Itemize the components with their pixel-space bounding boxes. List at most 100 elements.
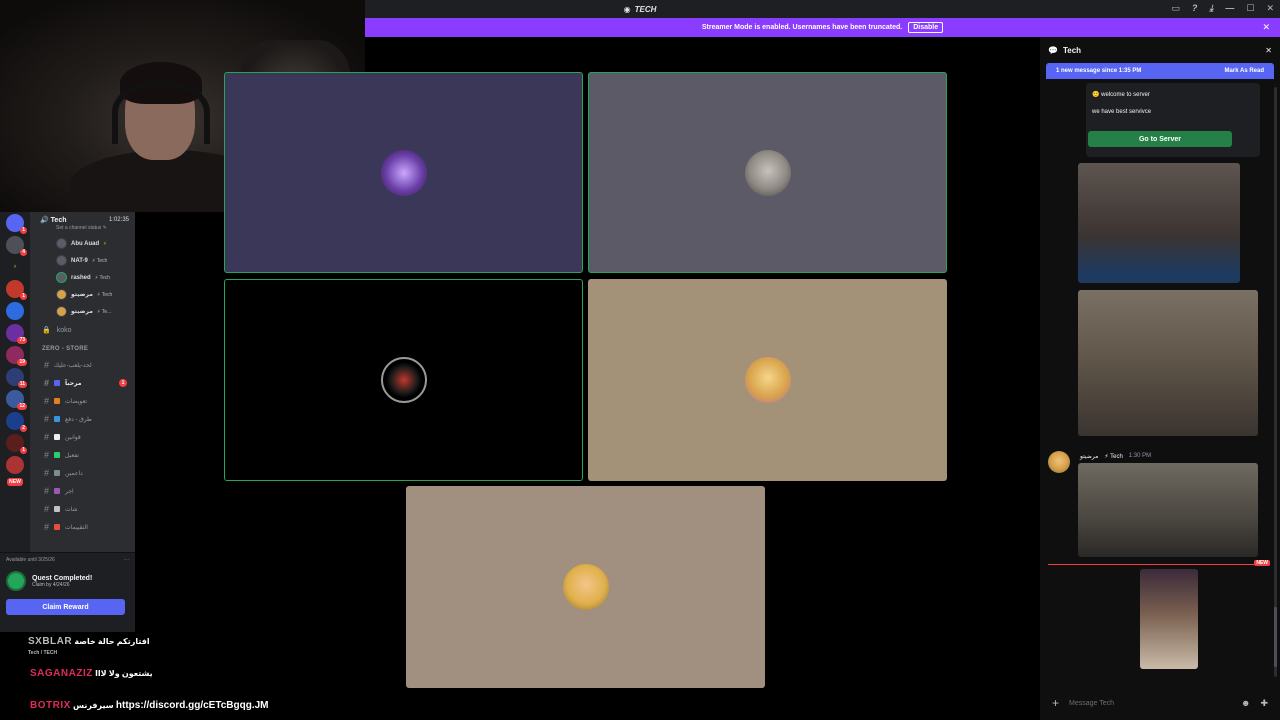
mark-as-read-button[interactable]: Mark As Read bbox=[1225, 68, 1264, 74]
overlay-text: افتارتكم حالة خاصة bbox=[74, 637, 150, 646]
avatar bbox=[380, 149, 427, 196]
go-to-server-button[interactable]: Go to Server bbox=[1088, 131, 1232, 147]
inbox-icon[interactable]: ▭ bbox=[1171, 3, 1180, 14]
window-title: ◉ TECH bbox=[623, 4, 657, 14]
text-channel[interactable]: # تفعيل bbox=[30, 446, 135, 464]
chat-scrollbar[interactable] bbox=[1274, 87, 1277, 677]
server-icon[interactable] bbox=[6, 456, 24, 474]
text-channel[interactable]: # تعويضات bbox=[30, 392, 135, 410]
video-tile[interactable] bbox=[406, 486, 765, 688]
hash-icon: # bbox=[44, 450, 50, 460]
message-timestamp: 1:30 PM bbox=[1128, 453, 1152, 459]
server-icon[interactable]: 2 bbox=[6, 412, 27, 432]
overlay-subtext: Tech / TECH bbox=[28, 650, 58, 656]
server-icon[interactable]: 1 bbox=[6, 214, 27, 234]
avatar bbox=[744, 149, 791, 196]
chat-bubble-icon: 💬 bbox=[1048, 45, 1058, 55]
emoji-icon bbox=[54, 452, 61, 458]
voice-channel-name: 🔊 Tech bbox=[40, 217, 67, 224]
text-channel[interactable]: # قوانين bbox=[30, 428, 135, 446]
chat-header: 💬 Tech ✕ bbox=[1040, 37, 1280, 63]
disable-streamer-mode-button[interactable]: Disable bbox=[908, 22, 944, 33]
server-icon[interactable]: 73 bbox=[6, 324, 27, 344]
emoji-icon bbox=[54, 434, 61, 440]
new-messages-divider: NEW bbox=[1048, 560, 1270, 566]
embed-text: we have best servivce bbox=[1092, 109, 1152, 115]
voice-member[interactable]: مرضيتو ⚡ Te... bbox=[30, 303, 135, 320]
server-icon[interactable]: 1 bbox=[6, 280, 27, 300]
avatar bbox=[56, 272, 67, 283]
more-options-icon[interactable]: ··· bbox=[124, 557, 129, 563]
text-channel[interactable]: # لحد-يلعب-عليك bbox=[30, 356, 135, 374]
emoji-icon bbox=[54, 398, 61, 404]
text-channel[interactable]: # شات bbox=[30, 500, 135, 518]
server-icon[interactable] bbox=[6, 302, 24, 320]
message-image[interactable] bbox=[1140, 569, 1198, 669]
message-embed: 🙂 welcome to server we have best servivc… bbox=[1086, 83, 1260, 157]
avatar bbox=[56, 289, 67, 300]
avatar[interactable] bbox=[1048, 451, 1070, 473]
channel-koko[interactable]: 🔒 koko bbox=[30, 320, 135, 338]
close-icon[interactable]: ✕ bbox=[1262, 22, 1270, 33]
overlay-brand: SXBLAR bbox=[28, 636, 73, 647]
message-image[interactable] bbox=[1078, 290, 1258, 436]
message-image[interactable] bbox=[1078, 163, 1240, 283]
text-channel[interactable]: # مرحبآ 1 bbox=[30, 374, 135, 392]
message-tag: ⚡ Tech bbox=[1104, 454, 1123, 460]
message-input[interactable]: Message Tech bbox=[1069, 700, 1114, 707]
lock-icon: 🔒 bbox=[42, 327, 51, 334]
voice-channel[interactable]: 🔊 Tech 1:02:35 bbox=[30, 212, 135, 224]
smile-icon: 🙂 bbox=[1092, 92, 1100, 98]
hash-icon: # bbox=[44, 360, 50, 370]
message-image[interactable] bbox=[1078, 463, 1258, 557]
chat-title: Tech bbox=[1062, 45, 1082, 55]
apps-icon[interactable]: ✚ bbox=[1260, 698, 1268, 709]
server-icon[interactable]: 12 bbox=[6, 390, 27, 410]
video-tile[interactable] bbox=[224, 279, 583, 481]
voice-member[interactable]: مرضيتو ⚡ Tech bbox=[30, 286, 135, 303]
speaker-icon: 🔊 bbox=[40, 217, 49, 224]
voice-member[interactable]: NAT-9 ⚡ Tech bbox=[30, 252, 135, 269]
text-channel[interactable]: # التقييمات bbox=[30, 518, 135, 536]
avatar bbox=[380, 357, 427, 403]
minimize-button[interactable]: — bbox=[1225, 3, 1234, 14]
help-icon[interactable]: ? bbox=[1192, 3, 1198, 14]
channel-status-link[interactable]: Set a channel status ✎ bbox=[30, 224, 135, 235]
video-tile[interactable] bbox=[588, 72, 947, 273]
message-author[interactable]: مرضيتو bbox=[1080, 453, 1098, 460]
hash-icon: # bbox=[44, 432, 50, 442]
quest-title: Quest Completed! bbox=[32, 574, 93, 582]
overlay-text: يشتعون ولا لااا bbox=[95, 669, 153, 678]
add-attachment-icon[interactable]: + bbox=[1052, 696, 1059, 710]
close-window-button[interactable]: ✕ bbox=[1266, 3, 1274, 14]
close-icon[interactable]: ✕ bbox=[1265, 46, 1272, 55]
quest-deadline: Claim by 4/24/26 bbox=[32, 581, 70, 588]
emoji-icon[interactable]: ☻ bbox=[1241, 698, 1250, 709]
claim-reward-button[interactable]: Claim Reward bbox=[6, 599, 125, 615]
server-icon[interactable]: 11 bbox=[6, 368, 27, 388]
download-icon[interactable]: ⤓ bbox=[1209, 3, 1213, 14]
voice-member[interactable]: rashed ⚡ Tech bbox=[30, 269, 135, 286]
quest-availability: Available until 3/25/26 bbox=[6, 557, 55, 563]
server-icon[interactable]: 4 bbox=[6, 236, 27, 256]
server-icon[interactable]: 1 bbox=[6, 434, 27, 454]
overlay-brand: SAGANAZIZ bbox=[30, 668, 93, 679]
avatar bbox=[56, 238, 67, 249]
avatar bbox=[562, 564, 609, 610]
bolt-server-icon[interactable]: ⚡ bbox=[6, 258, 24, 276]
text-channel[interactable]: # اجر bbox=[30, 482, 135, 500]
mention-badge: 1 bbox=[119, 379, 127, 387]
video-tile[interactable] bbox=[224, 72, 583, 273]
hash-icon: # bbox=[44, 378, 50, 388]
message-composer[interactable]: + Message Tech ☻ ✚ bbox=[1048, 693, 1272, 713]
video-tile[interactable] bbox=[588, 279, 947, 481]
message-header: مرضيتو ⚡ Tech 1:30 PM bbox=[1080, 453, 1151, 460]
maximize-button[interactable]: ☐ bbox=[1246, 3, 1254, 14]
category-header[interactable]: ZERO - STORE bbox=[30, 338, 135, 356]
voice-member[interactable]: Abu Auad ⚡ bbox=[30, 235, 135, 252]
streamer-mode-banner: Streamer Mode is enabled. Usernames have… bbox=[365, 18, 1280, 37]
new-messages-bar[interactable]: 1 new message since 1:35 PM Mark As Read bbox=[1046, 63, 1274, 79]
server-icon[interactable]: 19 bbox=[6, 346, 27, 366]
text-channel[interactable]: # داعمين bbox=[30, 464, 135, 482]
text-channel[interactable]: # طرق - دفع bbox=[30, 410, 135, 428]
